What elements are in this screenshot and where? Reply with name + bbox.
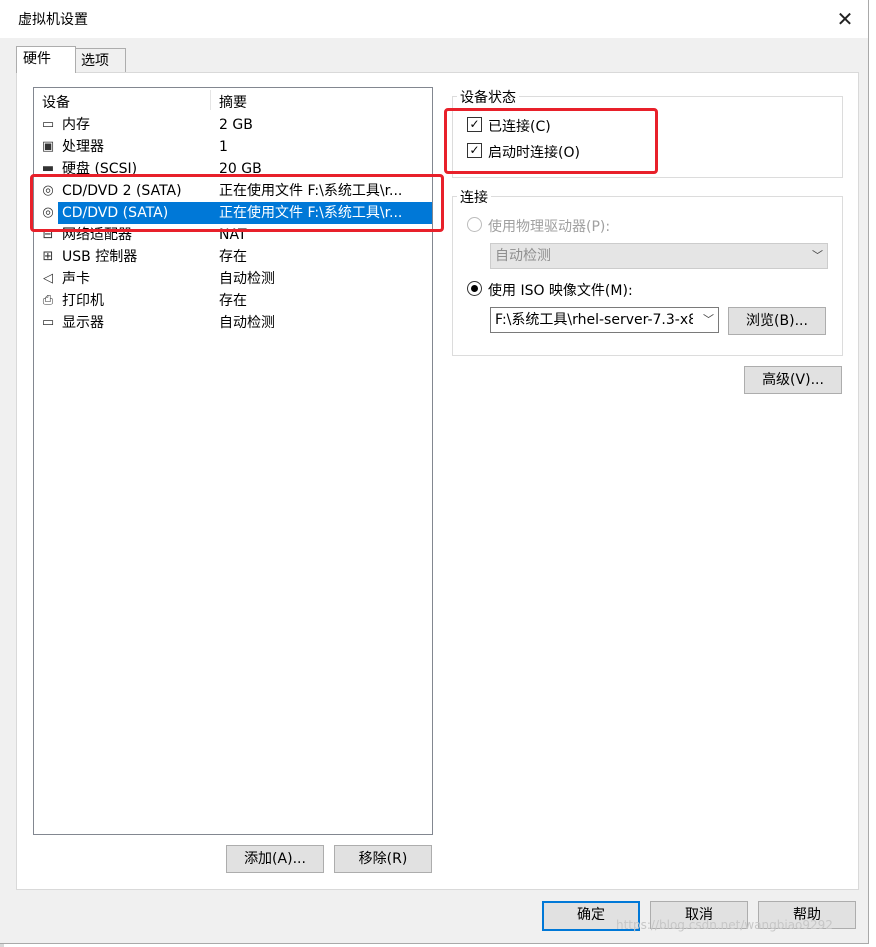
speaker-icon: ◁ [43,271,53,286]
physical-drive-label[interactable]: 使用物理驱动器(P): [488,216,610,236]
column-header-device[interactable]: 设备 [42,92,70,112]
remove-button[interactable]: 移除(R) [334,845,432,873]
iso-file-label[interactable]: 使用 ISO 映像文件(M): [488,280,633,300]
tab-options-label: 选项 [81,53,109,69]
device-summary: 自动检测 [219,315,275,331]
chevron-down-icon: ﹀ [703,313,714,326]
device-summary: 2 GB [219,117,253,133]
cpu-icon: ▣ [41,139,55,154]
highlight-box-status [444,108,658,174]
column-divider[interactable] [210,90,211,110]
device-name: 处理器 [62,139,104,155]
device-name: 显示器 [62,315,104,331]
physical-drive-radio[interactable] [467,217,482,232]
close-icon[interactable]: ✕ [830,4,860,34]
device-row-monitor[interactable]: ▭ 显示器 自动检测 [36,312,430,334]
connection-label: 连接 [457,187,491,207]
device-row-memory[interactable]: ▭ 内存 2 GB [36,114,430,136]
iso-file-select[interactable]: F:\系统工具\rhel-server-7.3-x8 ﹀ [490,307,719,333]
usb-icon: ⊞ [42,249,54,264]
iso-file-value: F:\系统工具\rhel-server-7.3-x8 [495,312,693,328]
advanced-button[interactable]: 高级(V)... [744,366,842,394]
device-summary: 存在 [219,293,247,309]
device-row-printer[interactable]: ⎙ 打印机 存在 [36,290,430,312]
iso-file-radio[interactable] [467,281,482,296]
tab-hardware-label: 硬件 [23,51,51,67]
physical-drive-value: 自动检测 [495,248,551,264]
settings-dialog: 虚拟机设置 ✕ 硬件 选项 设备 摘要 ▭ 内存 2 GB ▣ 处理器 1 ▬ … [0,0,869,944]
tab-hardware[interactable]: 硬件 [16,46,76,73]
printer-icon: ⎙ [42,293,54,308]
physical-drive-select[interactable]: 自动检测 ﹀ [490,243,828,269]
tab-options[interactable]: 选项 [74,48,126,73]
device-status-label: 设备状态 [457,87,519,107]
device-name: 打印机 [62,293,104,309]
add-button[interactable]: 添加(A)... [226,845,324,873]
device-summary: 自动检测 [219,271,275,287]
device-name: 内存 [62,117,90,133]
device-name: 声卡 [62,271,90,287]
device-row-usb[interactable]: ⊞ USB 控制器 存在 [36,246,430,268]
device-summary: 存在 [219,249,247,265]
column-header-summary[interactable]: 摘要 [219,92,247,112]
title-bar: 虚拟机设置 ✕ [0,0,868,38]
window-title: 虚拟机设置 [18,12,88,28]
monitor-icon: ▭ [41,315,55,330]
browse-button[interactable]: 浏览(B)... [728,307,826,335]
watermark-text: https://blog.csdn.net/wangbiao9292 [616,918,833,932]
device-name: USB 控制器 [62,249,138,265]
chevron-down-icon: ﹀ [812,249,823,262]
device-row-cpu[interactable]: ▣ 处理器 1 [36,136,430,158]
memory-icon: ▭ [41,117,55,132]
device-summary: 1 [219,139,228,155]
highlight-box-cdrom [30,174,444,232]
device-row-sound[interactable]: ◁ 声卡 自动检测 [36,268,430,290]
